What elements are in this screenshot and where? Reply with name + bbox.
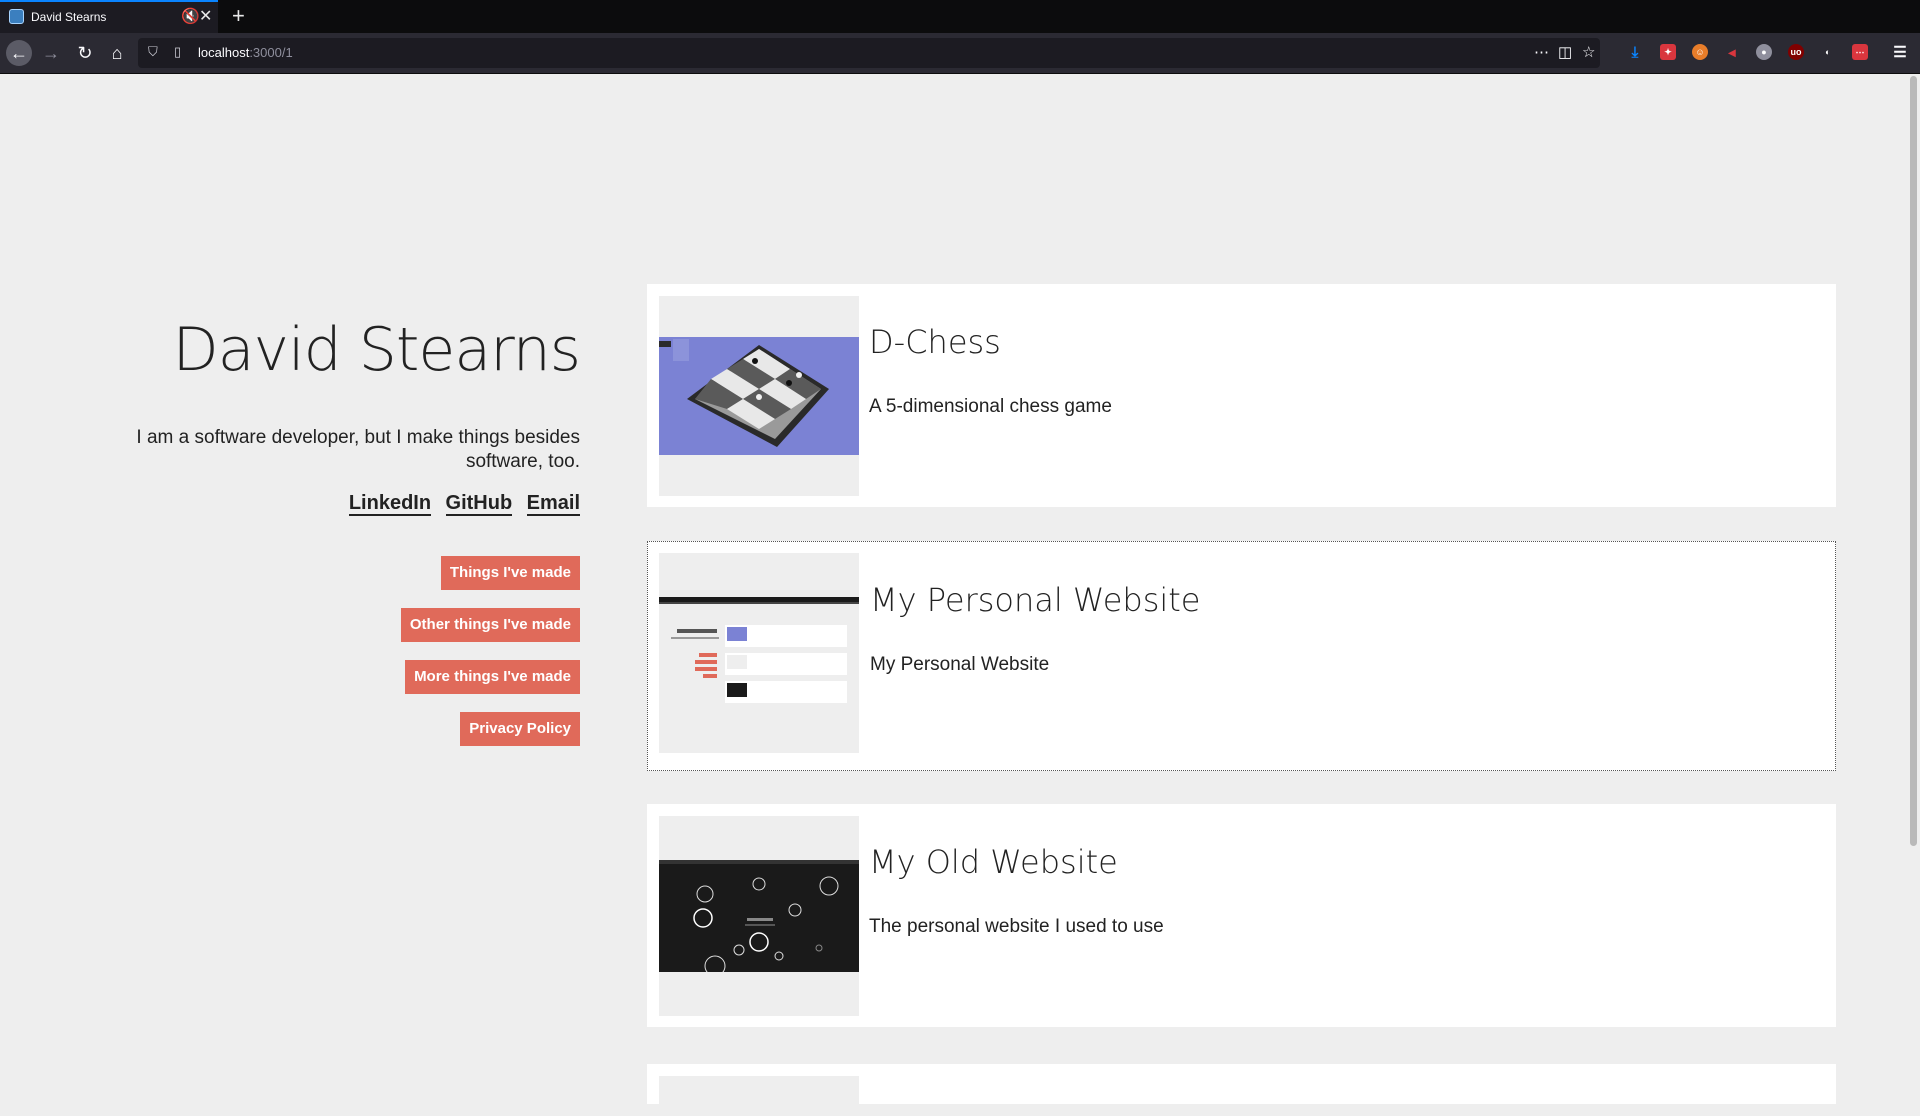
bookmark-star-icon[interactable]: ☆ [1582,43,1595,61]
more-things-made-button[interactable]: More things I've made [405,660,580,694]
mute-tab-icon[interactable]: 🔇 [181,7,200,25]
reload-icon: ↻ [77,42,93,63]
linkedin-link[interactable]: LinkedIn [348,492,432,516]
shield-icon[interactable]: ⛉ [148,44,158,60]
reload-button[interactable]: ↻ [72,40,98,66]
url-text[interactable]: localhost:3000/1 [198,45,293,60]
forward-button[interactable]: → [38,40,64,66]
extension-icon-6[interactable]: ⋯ [1852,44,1868,60]
github-link[interactable]: GitHub [445,492,513,516]
social-links: LinkedIn GitHub Email [60,492,580,516]
scrollbar-thumb[interactable] [1910,76,1917,846]
menu-icon[interactable]: ☰ [1892,44,1908,61]
url-path: :3000/1 [249,45,293,60]
close-tab-icon[interactable]: ✕ [199,6,212,26]
favicon-icon [9,9,24,24]
project-description: The personal website I used to use [869,916,1164,937]
email-link[interactable]: Email [526,492,580,516]
project-card-dchess[interactable]: D-Chess A 5-dimensional chess game [647,284,1836,507]
privacy-policy-button[interactable]: Privacy Policy [460,712,580,746]
project-description: A 5-dimensional chess game [869,396,1112,417]
forward-icon: → [42,42,60,63]
extension-icon-1[interactable]: ✦ [1660,44,1676,60]
home-icon: ⌂ [111,42,123,63]
back-icon: ← [10,42,28,63]
pocket-icon[interactable]: ◫ [1558,43,1572,61]
page-title: David Stearns [172,315,582,385]
things-made-button[interactable]: Things I've made [440,556,580,590]
extension-icon-4[interactable]: ● [1756,44,1772,60]
tab-title: David Stearns [31,10,107,24]
bio-text: I am a software developer, but I make th… [136,427,580,472]
page-icon[interactable]: ▯ [174,44,181,60]
project-title: D-Chess [869,323,1001,361]
chess-screenshot-image [659,337,859,455]
personal-website-screenshot-image [659,597,859,709]
new-tab-button[interactable]: + [232,2,245,30]
tab-bar: David Stearns 🔇 ✕ + [0,0,1920,33]
project-card-old-website[interactable]: My Old Website The personal website I us… [647,804,1836,1027]
page-content: David Stearns I am a software developer,… [0,74,1908,1116]
project-card-personal-website[interactable]: My Personal Website My Personal Website [647,541,1836,771]
url-host: localhost [198,45,250,60]
page-menu: Things I've made Other things I've made … [60,556,580,764]
project-thumbnail [659,553,859,753]
back-button[interactable]: ← [6,40,32,66]
project-title: My Personal Website [870,581,1201,619]
home-button[interactable]: ⌂ [104,40,130,66]
project-thumbnail [659,296,859,496]
other-things-made-button[interactable]: Other things I've made [400,608,580,642]
url-bar[interactable]: ⛉ ▯ localhost:3000/1 ⋯ ◫ ☆ [138,38,1600,68]
project-thumbnail [659,1076,859,1116]
extension-icon-2[interactable]: ☺ [1692,44,1708,60]
more-icon[interactable]: ⋯ [1534,43,1549,61]
extension-icon-3[interactable]: ◂ [1724,44,1740,60]
ublock-icon[interactable]: uo [1788,44,1804,60]
project-description: My Personal Website [870,654,1050,675]
extension-icon-5[interactable]: ◐ [1820,44,1836,60]
project-thumbnail [659,816,859,1016]
project-title: My Old Website [869,843,1118,881]
download-icon[interactable]: ⤓ [1627,44,1643,61]
old-website-screenshot-image [659,860,859,972]
active-tab[interactable]: David Stearns 🔇 ✕ [0,0,218,33]
project-card-partial[interactable] [647,1064,1836,1116]
profile-sidebar: David Stearns I am a software developer,… [60,314,582,764]
navigation-toolbar: ← → ↻ ⌂ ⛉ ▯ localhost:3000/1 ⋯ ◫ ☆ ⤓ ✦ ☺… [0,33,1920,74]
page-scrollbar[interactable] [1908,74,1920,1080]
